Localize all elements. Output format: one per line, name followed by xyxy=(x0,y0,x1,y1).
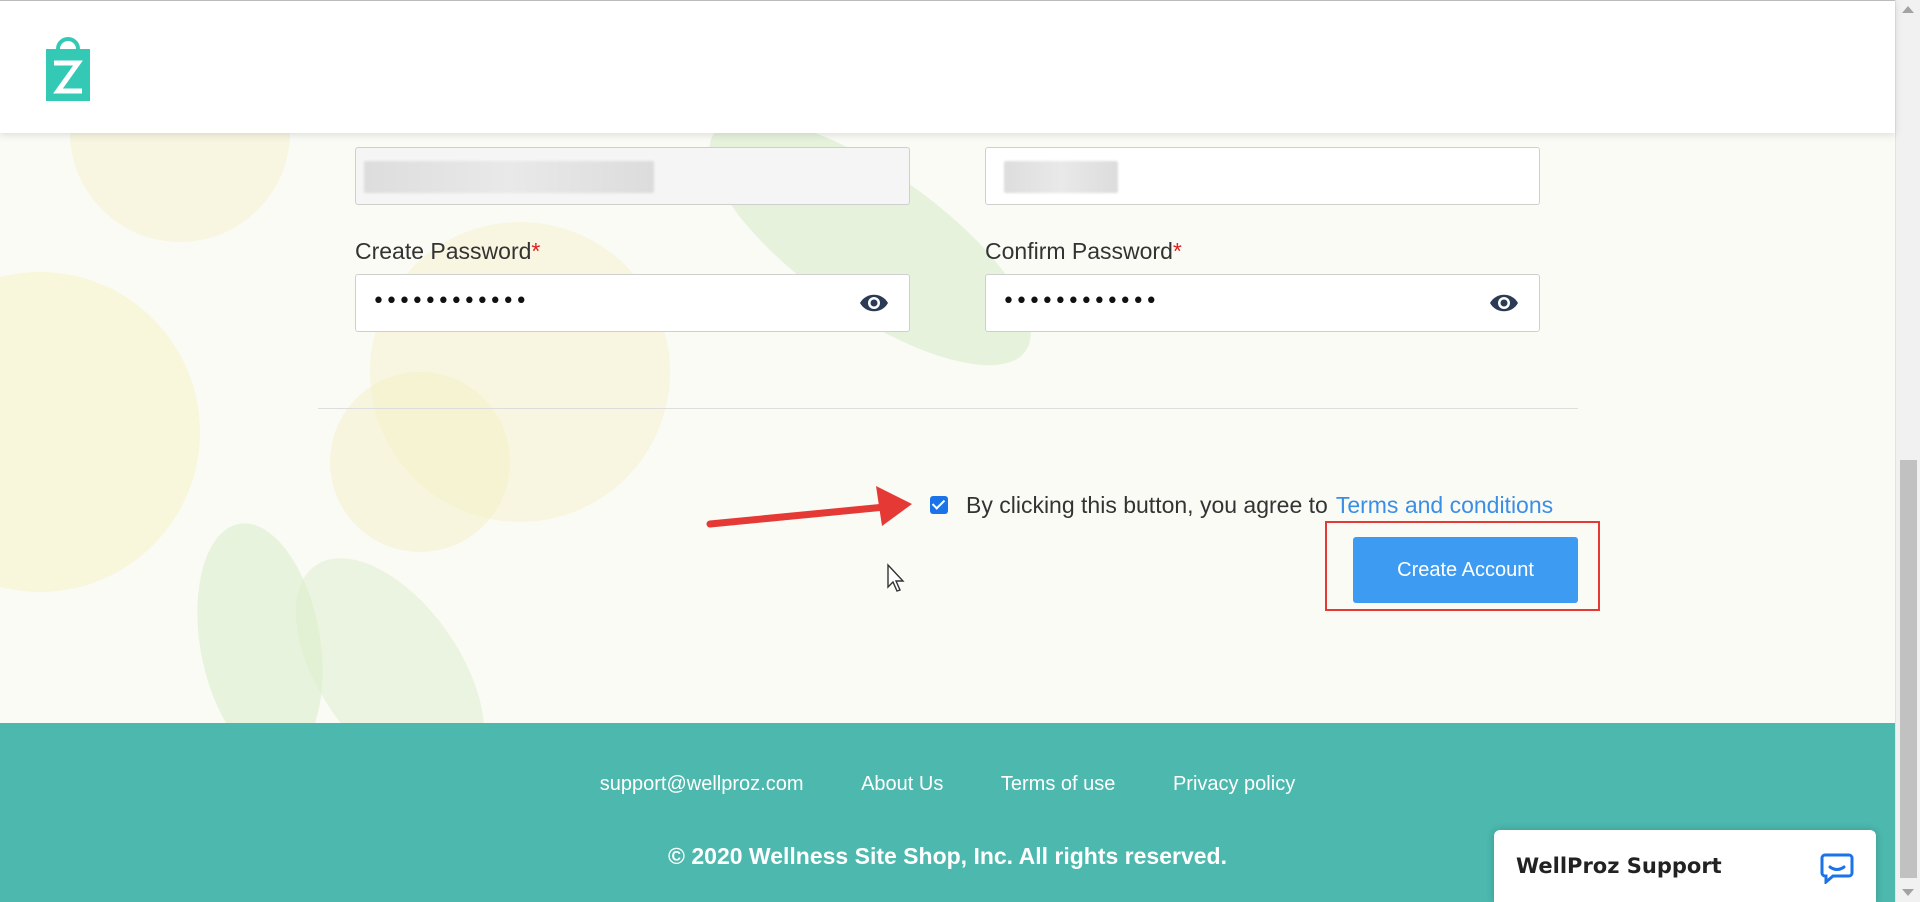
show-password-eye-icon[interactable] xyxy=(859,291,889,315)
terms-checkbox[interactable] xyxy=(930,496,948,514)
support-widget-title: WellProz Support xyxy=(1516,854,1722,878)
scroll-down-arrow-icon[interactable] xyxy=(1902,889,1914,896)
footer-privacy-policy-link[interactable]: Privacy policy xyxy=(1173,773,1295,795)
footer-about-us-link[interactable]: About Us xyxy=(861,773,943,795)
footer-support-email-link[interactable]: support@wellproz.com xyxy=(600,773,804,795)
scroll-up-arrow-icon[interactable] xyxy=(1902,6,1914,13)
create-password-input[interactable]: •••••••••••• xyxy=(355,274,910,332)
show-confirm-password-eye-icon[interactable] xyxy=(1489,291,1519,315)
footer-terms-of-use-link[interactable]: Terms of use xyxy=(1001,773,1115,795)
mouse-cursor-icon xyxy=(887,563,905,592)
chat-bubble-icon[interactable] xyxy=(1820,852,1854,884)
scrollbar-thumb[interactable] xyxy=(1900,460,1917,878)
footer-links: support@wellproz.com About Us Terms of u… xyxy=(0,773,1895,796)
page-scrollbar[interactable] xyxy=(1895,0,1920,902)
support-chat-widget[interactable]: WellProz Support xyxy=(1494,830,1876,902)
confirm-password-label: Confirm Password* xyxy=(985,238,1182,264)
terms-agreement-text: By clicking this button, you agree to xyxy=(966,491,1328,518)
lemon-leaf-background xyxy=(0,132,1031,723)
wellproz-logo-icon[interactable] xyxy=(44,35,92,103)
confirm-password-value: •••••••••••• xyxy=(1002,289,1158,314)
create-password-label: Create Password* xyxy=(355,238,541,264)
confirm-password-input[interactable]: •••••••••••• xyxy=(985,274,1540,332)
terms-and-conditions-link[interactable]: Terms and conditions xyxy=(1336,492,1553,519)
site-header xyxy=(0,0,1895,133)
email-field[interactable] xyxy=(355,147,910,205)
phone-field[interactable] xyxy=(985,147,1540,205)
annotation-arrow-icon xyxy=(706,486,912,528)
registration-section: Create Password* •••••••••••• Confirm Pa… xyxy=(0,132,1895,723)
create-account-button[interactable]: Create Account xyxy=(1353,537,1578,603)
form-divider xyxy=(318,408,1578,409)
create-password-value: •••••••••••• xyxy=(372,289,528,314)
terms-agreement-row: By clicking this button, you agree to Te… xyxy=(930,490,1553,520)
